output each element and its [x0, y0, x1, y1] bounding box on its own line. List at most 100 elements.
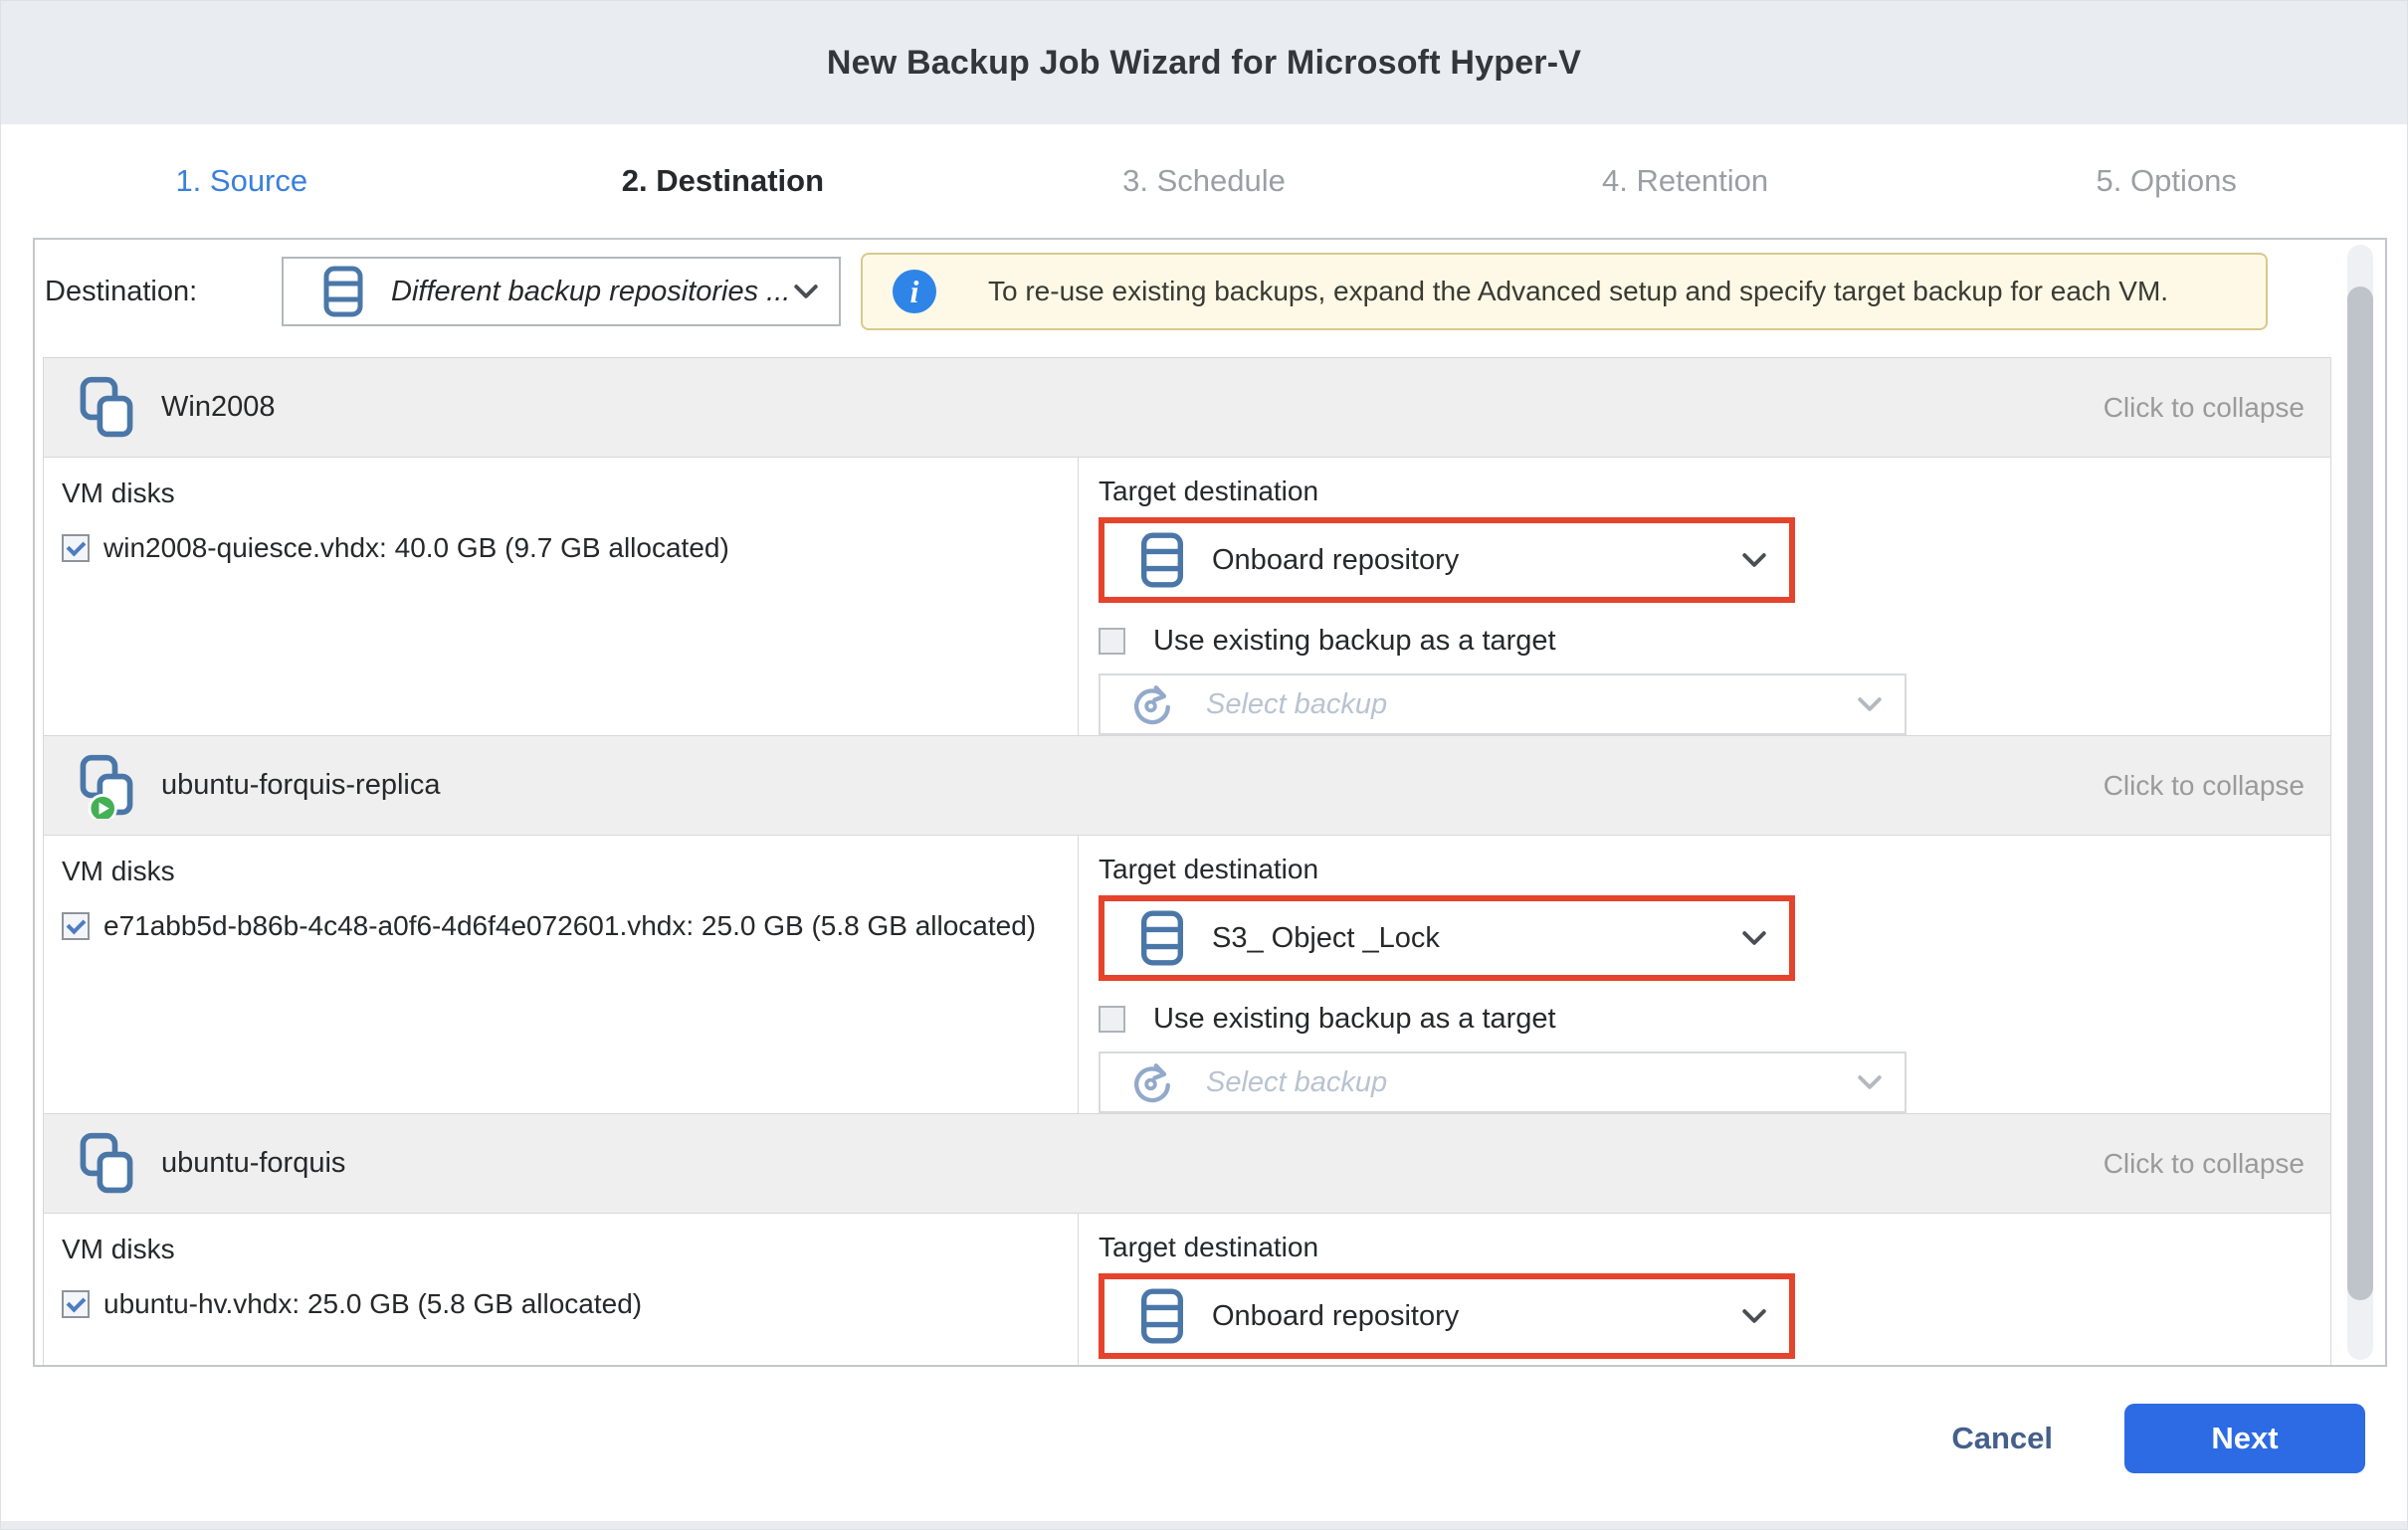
chevron-down-icon — [1857, 1074, 1883, 1091]
destination-label: Destination: — [45, 276, 282, 308]
page-title: New Backup Job Wizard for Microsoft Hype… — [827, 44, 1581, 83]
restore-backup-icon — [1128, 681, 1174, 727]
vm-section-body: VM disks win2008-quiesce.vhdx: 40.0 GB (… — [44, 458, 2330, 735]
disk-checkbox[interactable] — [62, 1290, 90, 1318]
vm-section: ubuntu-forquis-replica Click to collapse… — [43, 735, 2331, 1114]
repository-icon — [1140, 1288, 1184, 1344]
running-badge — [90, 795, 115, 819]
vm-disks-column: VM disks win2008-quiesce.vhdx: 40.0 GB (… — [44, 458, 1079, 735]
select-backup-dropdown[interactable]: Select backup — [1099, 673, 1906, 735]
chevron-down-icon — [1741, 930, 1767, 947]
wizard-titlebar: New Backup Job Wizard for Microsoft Hype… — [1, 1, 2407, 124]
vm-disks-label: VM disks — [62, 1234, 1058, 1265]
repository-icon — [1140, 532, 1184, 588]
cancel-button[interactable]: Cancel — [1927, 1421, 2077, 1456]
target-destination-dropdown[interactable]: Onboard repository — [1099, 517, 1795, 603]
chevron-down-icon — [1741, 1308, 1767, 1325]
use-existing-label: Use existing backup as a target — [1153, 1003, 1556, 1036]
destination-row: Destination: Different backup repositori… — [45, 252, 2385, 331]
vm-disk-row: win2008-quiesce.vhdx: 40.0 GB (9.7 GB al… — [62, 527, 1058, 569]
dialog-bottom-edge — [1, 1521, 2407, 1529]
wizard-step-retention[interactable]: 4. Retention — [1445, 163, 1926, 199]
vm-disk-row: e71abb5d-b86b-4c48-a0f6-4d6f4e072601.vhd… — [62, 905, 1058, 947]
vm-icon — [78, 1131, 135, 1197]
select-backup-dropdown[interactable]: Select backup — [1099, 1052, 1906, 1113]
wizard-step-options[interactable]: 5. Options — [1925, 163, 2407, 199]
destination-dropdown-value: Different backup repositories ... — [391, 276, 793, 308]
select-backup-placeholder: Select backup — [1206, 688, 1857, 721]
target-destination-dropdown[interactable]: S3_ Object _Lock — [1099, 895, 1795, 981]
wizard-dialog: New Backup Job Wizard for Microsoft Hype… — [0, 0, 2408, 1530]
vm-name: ubuntu-forquis — [161, 1147, 345, 1180]
vm-section: ubuntu-forquis Click to collapse VM disk… — [43, 1113, 2331, 1367]
use-existing-checkbox[interactable] — [1099, 1006, 1125, 1033]
use-existing-label: Use existing backup as a target — [1153, 625, 1556, 658]
info-banner: i To re-use existing backups, expand the… — [861, 253, 2268, 330]
vm-disks-column: VM disks ubuntu-hv.vhdx: 25.0 GB (5.8 GB… — [44, 1214, 1079, 1367]
vm-section-header[interactable]: Win2008 Click to collapse — [44, 358, 2330, 458]
target-column: Target destination Onboard repository Us… — [1079, 458, 2330, 735]
use-existing-row: Use existing backup as a target — [1099, 625, 2330, 658]
step-label: 5. Options — [2097, 163, 2237, 198]
target-destination-dropdown[interactable]: Onboard repository — [1099, 1273, 1795, 1359]
scrollbar-thumb[interactable] — [2347, 287, 2373, 1300]
info-banner-text: To re-use existing backups, expand the A… — [988, 276, 2168, 307]
vm-disks-column: VM disks e71abb5d-b86b-4c48-a0f6-4d6f4e0… — [44, 836, 1079, 1113]
wizard-step-schedule[interactable]: 3. Schedule — [963, 163, 1445, 199]
repository-icon — [323, 266, 363, 317]
use-existing-checkbox[interactable] — [1099, 628, 1125, 655]
collapse-hint: Click to collapse — [2104, 1148, 2305, 1180]
vm-disk-list: win2008-quiesce.vhdx: 40.0 GB (9.7 GB al… — [62, 527, 1058, 569]
chevron-down-icon — [1741, 552, 1767, 569]
scrollbar-track[interactable] — [2347, 245, 2373, 1360]
target-destination-label: Target destination — [1099, 476, 2330, 507]
vm-disk-list: ubuntu-hv.vhdx: 25.0 GB (5.8 GB allocate… — [62, 1283, 1058, 1325]
vm-section-header[interactable]: ubuntu-forquis-replica Click to collapse — [44, 736, 2330, 836]
vm-section-body: VM disks ubuntu-hv.vhdx: 25.0 GB (5.8 GB… — [44, 1214, 2330, 1367]
disk-checkbox[interactable] — [62, 912, 90, 940]
vm-disks-label: VM disks — [62, 478, 1058, 509]
disk-label: ubuntu-hv.vhdx: 25.0 GB (5.8 GB allocate… — [103, 1288, 642, 1319]
vm-disks-label: VM disks — [62, 856, 1058, 887]
target-destination-value: Onboard repository — [1212, 1300, 1741, 1333]
disk-label: win2008-quiesce.vhdx: 40.0 GB (9.7 GB al… — [103, 532, 729, 563]
wizard-steps: 1. Source 2. Destination 3. Schedule 4. … — [1, 124, 2407, 238]
collapse-hint: Click to collapse — [2104, 770, 2305, 802]
repository-icon — [1140, 910, 1184, 966]
destination-dropdown[interactable]: Different backup repositories ... — [282, 257, 841, 326]
target-destination-value: S3_ Object _Lock — [1212, 922, 1741, 955]
wizard-footer: Cancel Next — [1927, 1404, 2365, 1473]
destination-step-content: Destination: Different backup repositori… — [33, 238, 2387, 1367]
target-destination-label: Target destination — [1099, 1232, 2330, 1263]
disk-checkbox[interactable] — [62, 534, 90, 562]
step-label: 1. Source — [175, 163, 307, 198]
info-icon: i — [893, 270, 936, 313]
chevron-down-icon — [793, 284, 819, 300]
wizard-step-destination[interactable]: 2. Destination — [483, 163, 964, 199]
vm-section: Win2008 Click to collapse VM disks win20… — [43, 357, 2331, 736]
vm-icon — [78, 375, 135, 441]
vm-sections: Win2008 Click to collapse VM disks win20… — [43, 357, 2331, 1367]
step-label: 4. Retention — [1602, 163, 1768, 198]
collapse-hint: Click to collapse — [2104, 392, 2305, 424]
disk-label: e71abb5d-b86b-4c48-a0f6-4d6f4e072601.vhd… — [103, 910, 1036, 941]
use-existing-row: Use existing backup as a target — [1099, 1003, 2330, 1036]
vm-name: Win2008 — [161, 391, 275, 424]
wizard-step-source[interactable]: 1. Source — [1, 163, 483, 199]
restore-backup-icon — [1128, 1059, 1174, 1105]
vm-disk-list: e71abb5d-b86b-4c48-a0f6-4d6f4e072601.vhd… — [62, 905, 1058, 947]
vm-name: ubuntu-forquis-replica — [161, 769, 440, 802]
vm-section-body: VM disks e71abb5d-b86b-4c48-a0f6-4d6f4e0… — [44, 836, 2330, 1113]
step-label: 3. Schedule — [1122, 163, 1286, 198]
select-backup-placeholder: Select backup — [1206, 1066, 1857, 1099]
target-column: Target destination S3_ Object _Lock Use … — [1079, 836, 2330, 1113]
vm-disk-row: ubuntu-hv.vhdx: 25.0 GB (5.8 GB allocate… — [62, 1283, 1058, 1325]
vm-section-header[interactable]: ubuntu-forquis Click to collapse — [44, 1114, 2330, 1214]
vm-icon — [78, 753, 135, 819]
target-column: Target destination Onboard repository Us… — [1079, 1214, 2330, 1367]
target-destination-label: Target destination — [1099, 854, 2330, 885]
step-label: 2. Destination — [622, 163, 824, 198]
next-button[interactable]: Next — [2124, 1404, 2365, 1473]
target-destination-value: Onboard repository — [1212, 544, 1741, 577]
chevron-down-icon — [1857, 696, 1883, 713]
